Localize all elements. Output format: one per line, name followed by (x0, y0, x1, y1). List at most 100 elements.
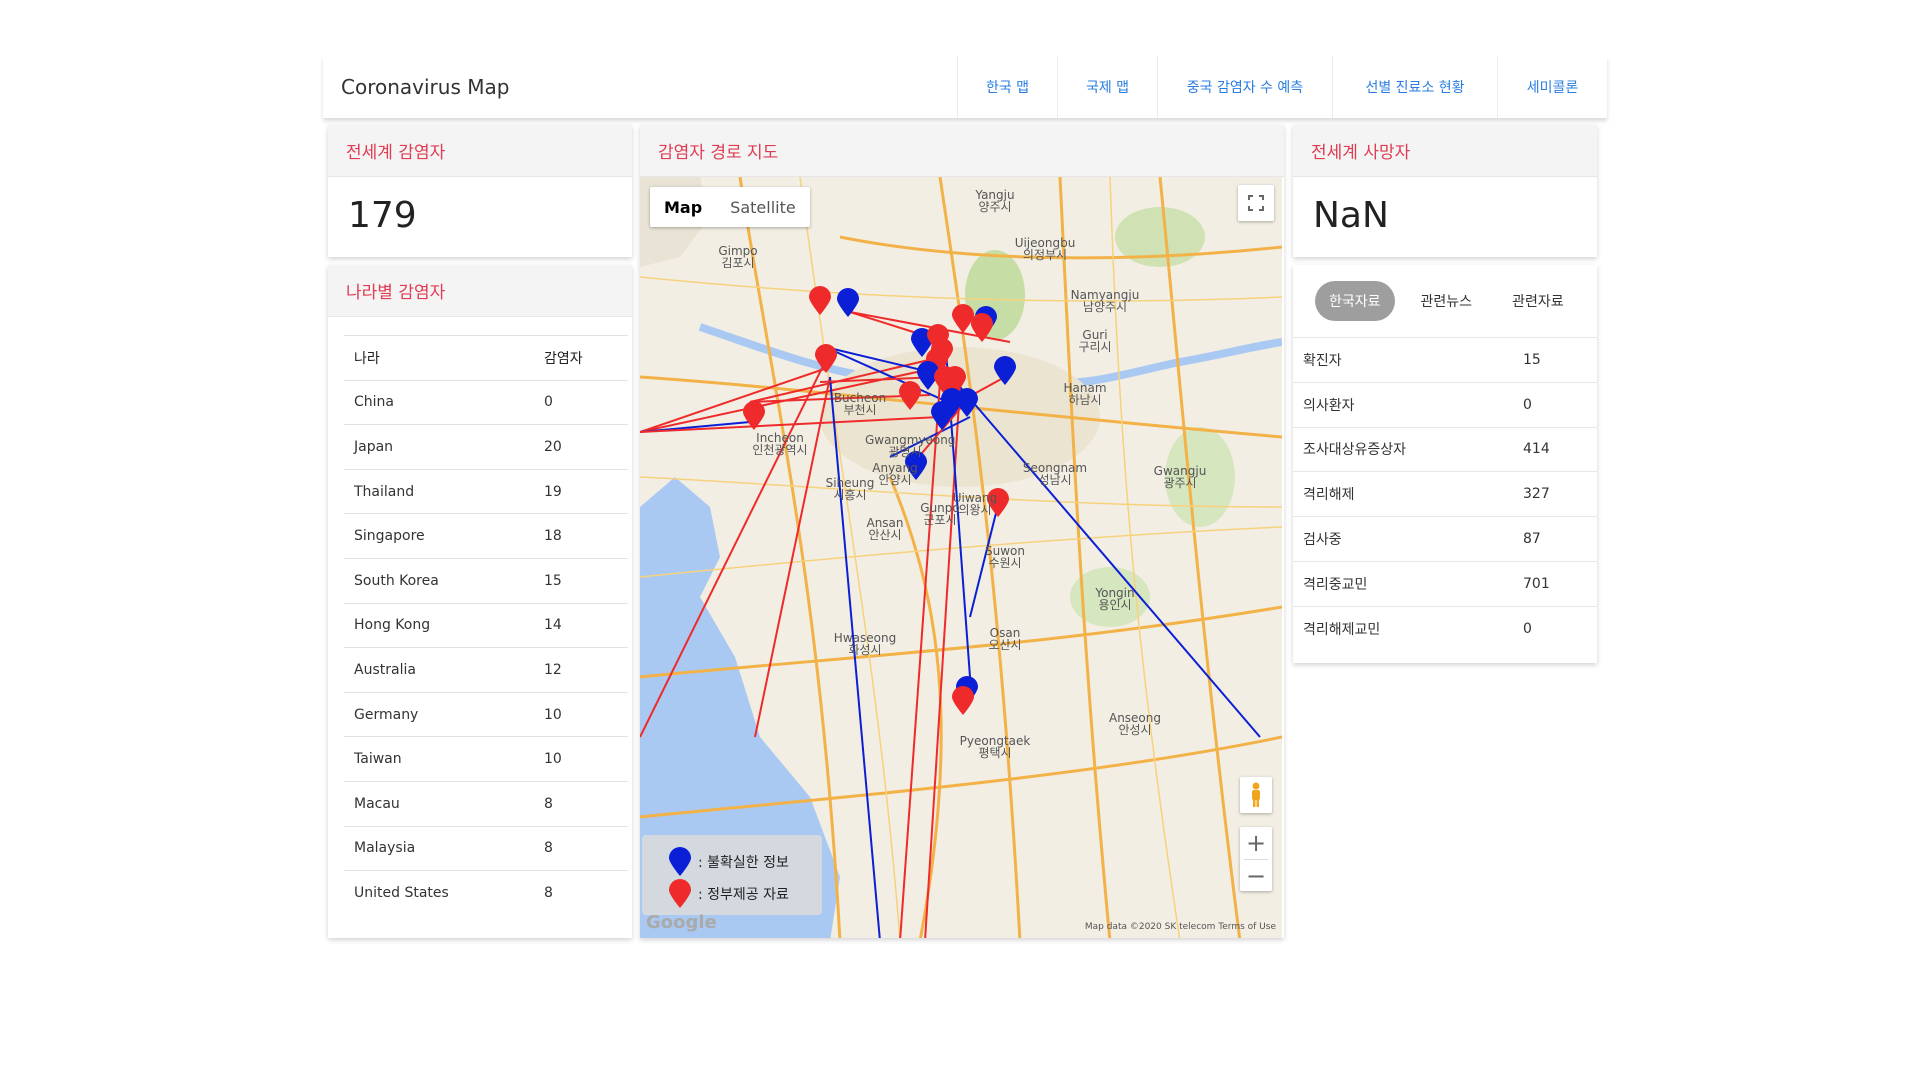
red-marker-icon (669, 879, 691, 908)
country-name: South Korea (354, 572, 439, 589)
city-name-ko: 용인시 (1098, 598, 1132, 612)
country-case-count: 19 (544, 483, 562, 500)
nav-china-forecast[interactable]: 중국 감염자 수 예측 (1157, 56, 1332, 118)
country-case-count: 14 (544, 617, 562, 634)
city-name-ko: 남양주시 (1082, 300, 1128, 314)
table-row: Taiwan 10 (344, 736, 628, 782)
country-name: Thailand (354, 483, 415, 500)
city-name-ko: 시흥시 (833, 488, 867, 502)
city-name-ko: 김포시 (721, 256, 755, 270)
city-name-ko: 부천시 (843, 403, 877, 417)
map-city-label: Bucheon 부천시 (820, 392, 900, 416)
city-name-ko: 하남시 (1068, 393, 1102, 407)
country-case-count: 10 (544, 706, 562, 723)
city-name-ko: 화성시 (848, 643, 882, 657)
world-confirmed-card: 전세계 감염자 179 (328, 125, 632, 257)
country-name: Japan (354, 438, 394, 455)
map-city-label: Gwangmyeong 광명시 (865, 434, 955, 458)
government-data-marker[interactable] (809, 286, 831, 315)
city-name-ko: 인천광역시 (752, 443, 808, 457)
country-case-count: 15 (544, 572, 562, 589)
city-name-ko: 양주시 (978, 200, 1012, 214)
app-title[interactable]: Coronavirus Map (341, 75, 509, 99)
country-case-count: 20 (544, 438, 562, 455)
country-name: Australia (354, 661, 416, 678)
korea-stats-table: 확진자 15 의사환자 0 조사대상유증상자 414 격리해제 327 검사중 87 격리중교민 70… (1293, 337, 1597, 651)
country-table-scroll[interactable]: 나라 감염자 China 0 Japan 20 Thailand 19 Singapore 1… (328, 317, 632, 938)
stat-label: 격리중교민 (1303, 576, 1368, 593)
map-attribution[interactable]: Map data ©2020 SK telecom Terms of Use (1085, 922, 1276, 932)
info-tabs: 한국자료 관련뉴스 관련자료 (1293, 265, 1597, 337)
tab-related-news[interactable]: 관련뉴스 (1407, 281, 1487, 321)
country-case-count: 10 (544, 751, 562, 768)
column-header-cases: 감염자 (544, 350, 583, 367)
world-deaths-card: 전세계 사망자 NaN (1293, 125, 1597, 257)
map-city-label: Pyeongtaek 평택시 (955, 735, 1035, 759)
stat-label: 확진자 (1303, 352, 1342, 369)
map-canvas[interactable] (640, 177, 1282, 938)
map-city-label: Gimpo 김포시 (698, 245, 778, 269)
stats-row: 조사대상유증상자 414 (1293, 427, 1597, 472)
street-view-pegman[interactable] (1240, 777, 1272, 813)
nav-screening-clinics[interactable]: 선별 진료소 현황 (1332, 56, 1497, 118)
country-name: China (354, 394, 394, 411)
fullscreen-button[interactable] (1238, 185, 1274, 221)
google-logo: Google (646, 912, 717, 933)
stat-label: 격리해제 (1303, 487, 1355, 504)
map-city-label: Gwangju 광주시 (1140, 465, 1220, 489)
country-case-count: 8 (544, 795, 553, 812)
stat-value: 87 (1523, 531, 1541, 548)
map-city-label: Anseong 안성시 (1095, 712, 1175, 736)
nav-korea-map[interactable]: 한국 맵 (957, 56, 1057, 118)
world-deaths-title: 전세계 사망자 (1293, 125, 1597, 177)
legend-unverified-label: : 불확실한 정보 (698, 855, 789, 871)
map-city-label: Yangju 양주시 (955, 189, 1035, 213)
table-row: South Korea 15 (344, 558, 628, 603)
nav-semicolon[interactable]: 세미콜론 (1497, 56, 1607, 118)
map-city-label: Hanam 하남시 (1045, 382, 1125, 406)
stat-value: 701 (1523, 575, 1550, 592)
tab-korea-data[interactable]: 한국자료 (1315, 281, 1395, 321)
table-row: Hong Kong 14 (344, 603, 628, 648)
table-row: Japan 20 (344, 424, 628, 470)
route-map[interactable]: Yangju 양주시 Uijeongbu 의정부시 Gimpo 김포시 Namyangju 남… (640, 177, 1282, 938)
city-name-ko: 의정부시 (1022, 248, 1068, 262)
tab-related-data[interactable]: 관련자료 (1498, 281, 1578, 321)
country-case-count: 0 (544, 394, 553, 411)
stat-label: 격리해제교민 (1303, 621, 1381, 638)
map-type-control: Map Satellite (650, 187, 810, 227)
map-type-satellite-button[interactable]: Satellite (716, 187, 810, 227)
government-data-marker[interactable] (952, 304, 974, 333)
stats-row: 격리중교민 701 (1293, 561, 1597, 606)
map-city-label: Anyang 안양시 (855, 462, 935, 486)
government-data-marker[interactable] (952, 686, 974, 715)
table-row: Thailand 19 (344, 469, 628, 514)
country-name: Taiwan (354, 751, 402, 768)
country-cases-title: 나라별 감염자 (328, 265, 632, 317)
city-name-ko: 안성시 (1118, 723, 1152, 737)
stat-label: 의사환자 (1303, 397, 1355, 414)
map-city-label: Osan 오산시 (965, 627, 1045, 651)
map-city-label: Seongnam 성남시 (1015, 462, 1095, 486)
stat-value: 0 (1523, 396, 1532, 413)
map-type-map-button[interactable]: Map (650, 187, 716, 227)
stat-label: 조사대상유증상자 (1303, 442, 1407, 459)
stats-row: 의사환자 0 (1293, 382, 1597, 427)
zoom-in-button[interactable]: + (1246, 827, 1266, 859)
stat-label: 검사중 (1303, 532, 1342, 549)
column-header-country: 나라 (354, 350, 380, 367)
blue-marker-icon (669, 847, 691, 876)
table-row: Macau 8 (344, 781, 628, 826)
route-map-title: 감염자 경로 지도 (640, 125, 1284, 177)
legend-unverified: : 불확실한 정보 (668, 847, 789, 877)
map-legend: : 불확실한 정보 : 정부제공 자료 (642, 835, 822, 915)
nav-international-map[interactable]: 국제 맵 (1057, 56, 1157, 118)
table-row: Germany 10 (344, 692, 628, 737)
city-name-ko: 안산시 (868, 528, 902, 542)
korea-stats-card: 한국자료 관련뉴스 관련자료 확진자 15 의사환자 0 조사대상유증상자 414 격리해제… (1293, 265, 1597, 663)
city-name-ko: 수원시 (988, 556, 1022, 570)
country-table: 나라 감염자 China 0 Japan 20 Thailand 19 Singapore 1… (344, 335, 628, 915)
stat-value: 0 (1523, 620, 1532, 637)
zoom-out-button[interactable]: − (1246, 860, 1266, 891)
world-deaths-value: NaN (1313, 195, 1389, 236)
